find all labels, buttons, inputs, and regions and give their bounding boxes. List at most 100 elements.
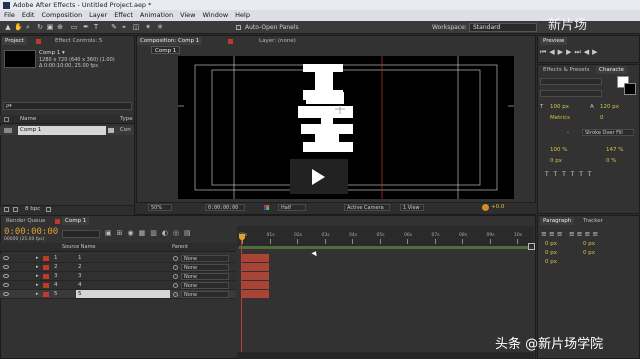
visibility-eye-icon[interactable] [3,292,9,296]
menu-help[interactable]: Help [235,10,250,21]
exposure-icon[interactable] [482,204,489,211]
trash-icon[interactable] [46,207,51,212]
layer-label-swatch[interactable] [43,292,49,297]
twirl-arrow-icon[interactable]: ▸ [36,255,39,261]
layer-duration-bar[interactable] [241,272,269,280]
indent-left-value[interactable]: 0 px [545,241,557,247]
parent-pickwhip-icon[interactable] [173,256,178,261]
parent-select[interactable]: None [181,273,229,280]
layer-duration-bar[interactable] [241,263,269,271]
layer-label-swatch[interactable] [43,265,49,270]
interpret-footage-icon[interactable] [4,207,9,212]
tab-paragraph[interactable]: Paragraph [540,217,575,225]
parent-pickwhip-icon[interactable] [173,274,178,279]
space-after-value[interactable]: 0 px [583,250,595,256]
pen-tool-icon[interactable]: ✒ [82,23,90,31]
pan-behind-tool-icon[interactable]: ⊕ [56,23,64,31]
preview-controls[interactable]: ⏮◀▶▶⏭◀▶ [540,48,635,56]
project-close-icon[interactable] [36,39,41,44]
kerning-value[interactable]: Metrics [550,115,570,121]
channel-icon[interactable] [264,205,269,210]
parent-select[interactable]: None [181,291,229,298]
timeline-search-input[interactable] [62,230,100,238]
faux-style-buttons[interactable]: TTTTTT [545,171,596,178]
resolution-select[interactable]: Half [278,204,306,211]
font-style-select[interactable] [540,90,602,97]
stroke-option-select[interactable]: Stroke Over Fill [582,129,634,136]
layer-name[interactable]: 5 [76,290,170,298]
visibility-eye-icon[interactable] [3,265,9,269]
tab-timeline-comp[interactable]: Comp 1 [62,217,90,225]
menu-file[interactable]: File [4,10,15,21]
stroke-width-value[interactable]: - [567,130,569,136]
vertical-scale-value[interactable]: 100 % [550,147,567,153]
timeline-switches-toolbar[interactable]: ▣⊞◉▦▥◐◎▤ [105,229,235,238]
tab-effect-controls[interactable]: Effect Controls: 5 [52,37,105,45]
twirl-arrow-icon[interactable]: ▸ [36,291,39,297]
timeline-navigator[interactable] [237,352,534,359]
font-size-value[interactable]: 100 px [550,104,569,110]
clone-stamp-tool-icon[interactable]: ⌖ [120,23,128,31]
twirl-arrow-icon[interactable]: ▸ [36,273,39,279]
view-layout-select[interactable]: 1 View [400,204,424,211]
timeline-comp-close-icon[interactable] [55,219,60,224]
zoom-tool-icon[interactable]: ⌕ [24,23,32,31]
selection-tool-icon[interactable]: ▲ [4,23,12,31]
leading-value[interactable]: 120 px [600,104,619,110]
rectangle-tool-icon[interactable]: ▭ [70,23,78,31]
baseline-shift-value[interactable]: 0 px [550,158,562,164]
layer-name[interactable]: 1 [76,254,170,262]
visibility-eye-icon[interactable] [3,274,9,278]
name-column-header[interactable]: Name [20,116,36,122]
tab-composition[interactable]: Composition: Comp 1 [137,37,203,45]
tab-effects-presets[interactable]: Effects & Presets [540,66,593,74]
twirl-arrow-icon[interactable]: ▸ [36,264,39,270]
layer-name[interactable]: 4 [76,281,170,289]
type-column-header[interactable]: Type [120,116,133,122]
parent-header[interactable]: Parent [172,244,188,250]
comp-viewer[interactable] [178,56,514,199]
tab-tracker[interactable]: Tracker [580,217,606,225]
visibility-eye-icon[interactable] [3,283,9,287]
layer-duration-bar[interactable] [241,281,269,289]
work-area-bar[interactable] [239,246,529,249]
horizontal-scale-value[interactable]: 147 % [606,147,623,153]
menu-composition[interactable]: Composition [41,10,82,21]
menu-edit[interactable]: Edit [22,10,35,21]
parent-select[interactable]: None [181,282,229,289]
visibility-eye-icon[interactable] [3,256,9,260]
indent-right-value[interactable]: 0 px [583,241,595,247]
layer-duration-bar[interactable] [241,290,269,298]
rotation-tool-icon[interactable]: ↻ [36,23,44,31]
tab-preview[interactable]: Preview [540,37,568,45]
stroke-color-swatch[interactable] [624,83,636,95]
first-line-indent-value[interactable]: 0 px [545,259,557,265]
font-family-select[interactable] [540,78,602,85]
parent-select[interactable]: None [181,264,229,271]
project-item-name[interactable]: Comp 1 [18,126,106,135]
exposure-value[interactable]: +0.0 [491,204,504,210]
twirl-arrow-icon[interactable]: ▸ [36,282,39,288]
layer-duration-bar[interactable] [241,254,269,262]
project-search-input[interactable]: ρ▾ [3,102,132,110]
parent-pickwhip-icon[interactable] [173,283,178,288]
layer-name[interactable]: 2 [76,263,170,271]
tracking-value[interactable]: 0 [600,115,604,121]
comp-flowchart-tab[interactable]: Comp 1 [151,46,181,54]
auto-open-checkbox[interactable] [236,25,241,30]
eraser-tool-icon[interactable]: ◫ [132,23,140,31]
menu-view[interactable]: View [180,10,195,21]
workspace-select[interactable]: Standard [469,23,537,32]
hand-tool-icon[interactable]: ✋ [14,23,23,31]
space-before-value[interactable]: 0 px [545,250,557,256]
paragraph-align-buttons[interactable]: ≡≡≡ ≡≡≡≡ [541,230,600,238]
menu-window[interactable]: Window [203,10,229,21]
tsume-value[interactable]: 0 % [606,158,616,164]
tab-project[interactable]: Project [2,37,27,45]
menu-effect[interactable]: Effect [114,10,133,21]
layer-label-swatch[interactable] [43,256,49,261]
active-camera-select[interactable]: Active Camera [344,204,390,211]
brush-tool-icon[interactable]: ✎ [110,23,118,31]
type-tool-icon[interactable]: T [92,23,100,31]
tab-layer[interactable]: Layer: (none) [256,37,299,45]
